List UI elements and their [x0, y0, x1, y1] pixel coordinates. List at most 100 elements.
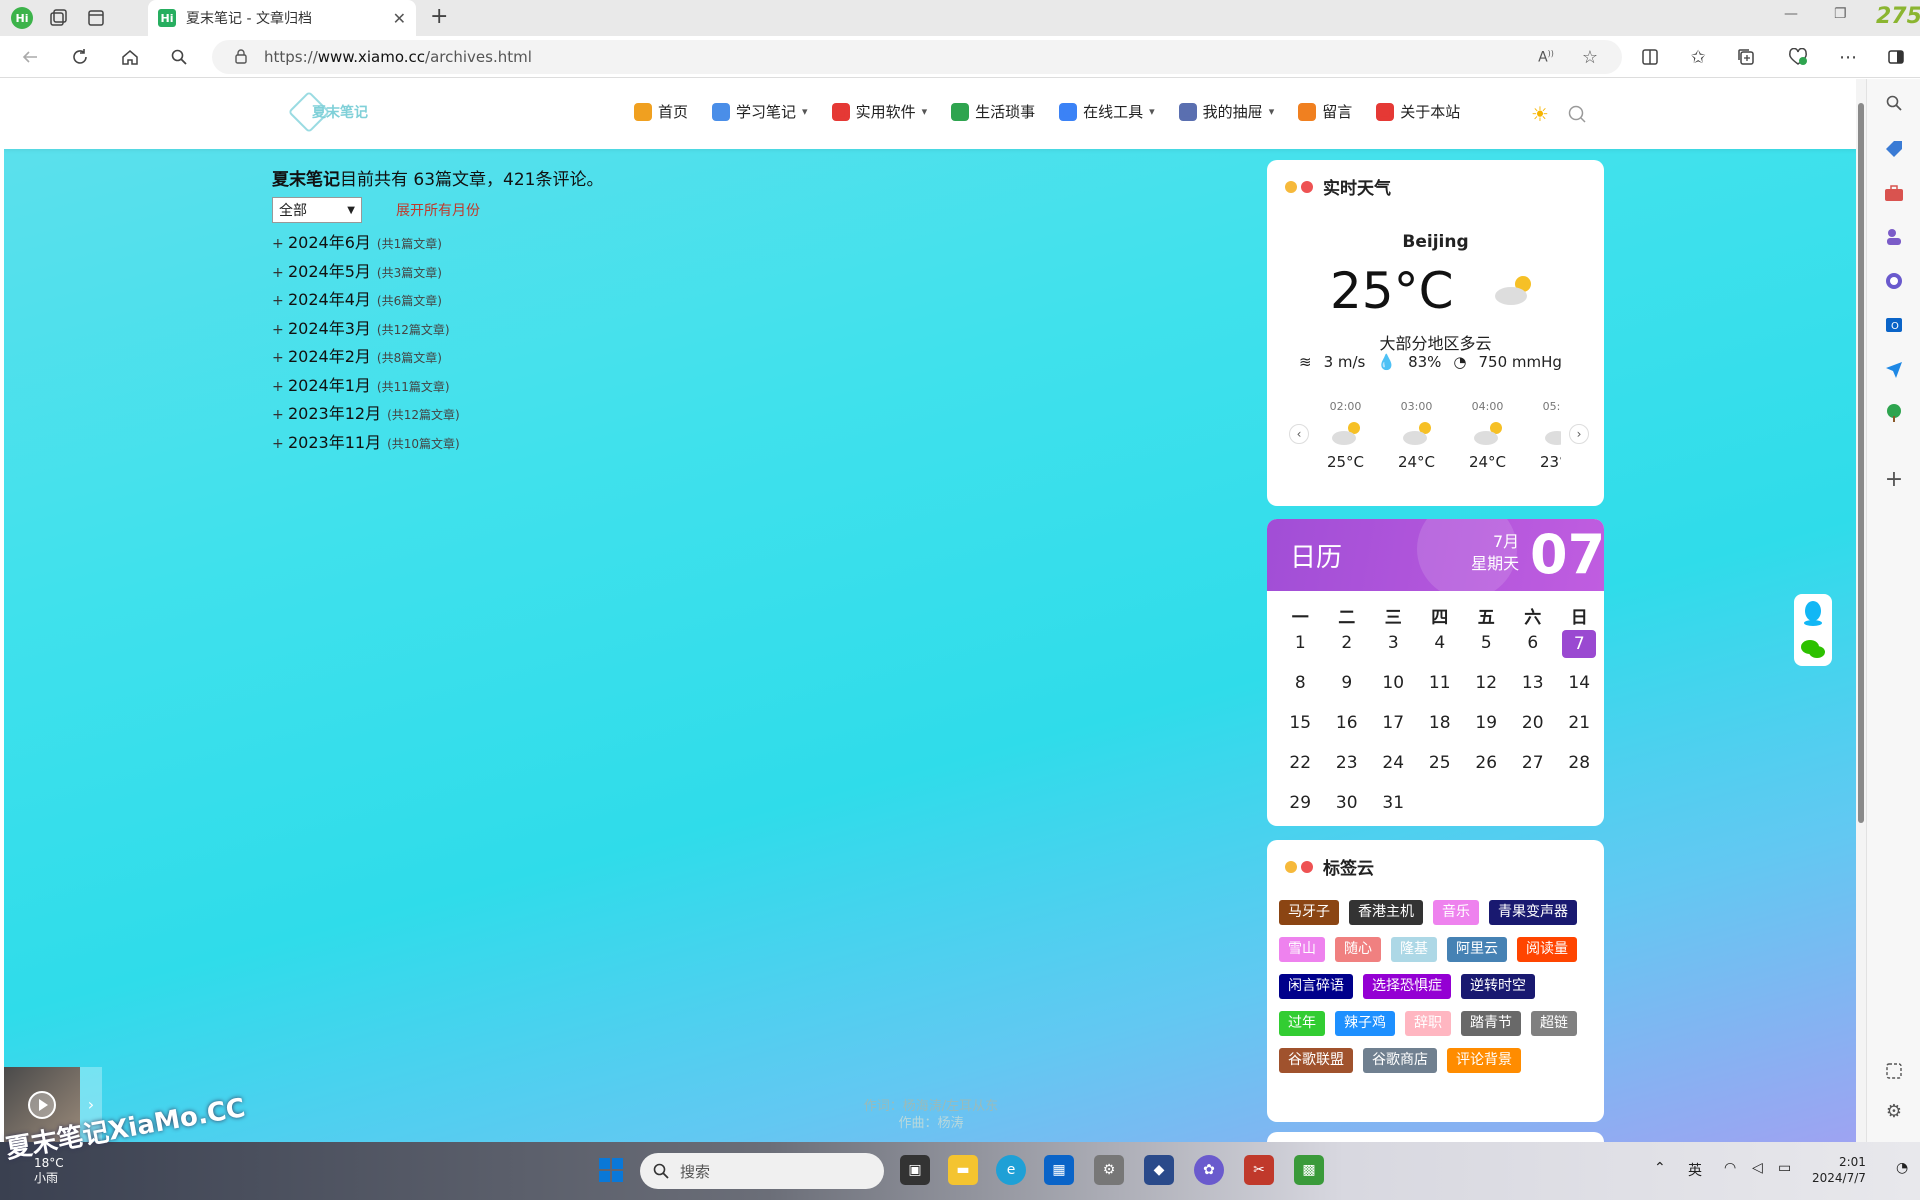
archive-month-item[interactable]: +2024年6月 (共1篇文章): [272, 229, 460, 258]
forecast-prev-button[interactable]: ‹: [1289, 424, 1309, 444]
app-icon-snip[interactable]: ✂: [1244, 1155, 1274, 1185]
page-scrollbar[interactable]: [1856, 79, 1866, 1142]
calendar-day[interactable]: 3: [1370, 633, 1417, 673]
expand-plus-icon[interactable]: +: [272, 436, 284, 452]
expand-plus-icon[interactable]: +: [272, 322, 284, 338]
tag-item[interactable]: 超链: [1531, 1011, 1577, 1036]
file-explorer-icon[interactable]: ▬: [948, 1155, 978, 1185]
tag-item[interactable]: 谷歌商店: [1363, 1048, 1437, 1073]
profile-icon[interactable]: Hi: [10, 6, 34, 30]
nav-item-7[interactable]: ■ 关于本站: [1376, 101, 1460, 122]
calendar-day[interactable]: 5: [1463, 633, 1510, 673]
archive-month-item[interactable]: +2024年3月 (共12篇文章): [272, 315, 460, 344]
volume-icon[interactable]: ◁: [1752, 1160, 1763, 1176]
sidebar-screenshot-icon[interactable]: [1882, 1059, 1906, 1083]
archive-month-item[interactable]: +2023年11月 (共10篇文章): [272, 429, 460, 458]
sidebar-settings-icon[interactable]: ⚙: [1882, 1099, 1906, 1123]
wifi-icon[interactable]: ◠: [1724, 1160, 1736, 1176]
calendar-day[interactable]: 24: [1370, 753, 1417, 793]
month-label[interactable]: 2024年5月: [288, 258, 371, 282]
edge-browser-icon[interactable]: e: [996, 1155, 1026, 1185]
calendar-day[interactable]: 2: [1324, 633, 1371, 673]
calendar-day[interactable]: 19: [1463, 713, 1510, 753]
tag-item[interactable]: 踏青节: [1461, 1011, 1521, 1036]
month-label[interactable]: 2023年11月: [288, 429, 381, 453]
calendar-day-today[interactable]: 7: [1556, 630, 1603, 673]
read-aloud-icon[interactable]: A)): [1534, 45, 1558, 69]
tag-item[interactable]: 闲言碎语: [1279, 974, 1353, 999]
minimize-button[interactable]: —: [1784, 6, 1798, 22]
calendar-day[interactable]: 25: [1417, 753, 1464, 793]
calendar-day[interactable]: 21: [1556, 713, 1603, 753]
tag-item[interactable]: 香港主机: [1349, 900, 1423, 925]
calendar-day[interactable]: 28: [1556, 753, 1603, 793]
ime-indicator[interactable]: 英: [1688, 1160, 1702, 1180]
expand-plus-icon[interactable]: +: [272, 379, 284, 395]
tag-item[interactable]: 辣子鸡: [1335, 1011, 1395, 1036]
lock-icon[interactable]: [234, 48, 248, 64]
month-label[interactable]: 2024年4月: [288, 286, 371, 310]
tag-item[interactable]: 评论背景: [1447, 1048, 1521, 1073]
archive-month-item[interactable]: +2024年5月 (共3篇文章): [272, 258, 460, 287]
tag-item[interactable]: 马牙子: [1279, 900, 1339, 925]
sidebar-search-icon[interactable]: [1882, 91, 1906, 115]
calendar-day[interactable]: 9: [1324, 673, 1371, 713]
url-field[interactable]: https://www.xiamo.cc/archives.html: [212, 40, 1622, 74]
calendar-day[interactable]: 13: [1510, 673, 1557, 713]
sidebar-tree-icon[interactable]: [1882, 401, 1906, 425]
app-icon-blue[interactable]: ◆: [1144, 1155, 1174, 1185]
more-menu-icon[interactable]: ⋯: [1836, 45, 1860, 69]
calendar-day[interactable]: 1: [1277, 633, 1324, 673]
start-button[interactable]: [596, 1155, 626, 1185]
nav-item-0[interactable]: ■ 首页: [634, 101, 688, 122]
nav-item-4[interactable]: ■ 在线工具 ▾: [1059, 101, 1155, 122]
restore-button[interactable]: ❐: [1834, 6, 1847, 22]
task-view-icon[interactable]: ▣: [900, 1155, 930, 1185]
notification-icon[interactable]: ◔: [1896, 1160, 1908, 1176]
nav-item-3[interactable]: ■ 生活琐事: [951, 101, 1035, 122]
new-tab-button[interactable]: +: [430, 4, 448, 29]
tag-item[interactable]: 选择恐惧症: [1363, 974, 1451, 999]
app-icon-copilot[interactable]: ✿: [1194, 1155, 1224, 1185]
sidebar-outlook-icon[interactable]: O: [1882, 313, 1906, 337]
collections-icon[interactable]: [1734, 45, 1758, 69]
theme-toggle-sun-icon[interactable]: ☀: [1531, 102, 1549, 126]
expand-all-months-link[interactable]: 展开所有月份: [396, 200, 480, 220]
taskbar-search-box[interactable]: 搜索: [640, 1153, 884, 1189]
forecast-next-button[interactable]: ›: [1569, 424, 1589, 444]
favorite-star-icon[interactable]: ☆: [1578, 45, 1602, 69]
calendar-day[interactable]: 17: [1370, 713, 1417, 753]
archive-month-item[interactable]: +2024年1月 (共11篇文章): [272, 372, 460, 401]
month-label[interactable]: 2023年12月: [288, 400, 381, 424]
sidebar-toggle-icon[interactable]: [1884, 45, 1908, 69]
calendar-day[interactable]: 31: [1370, 793, 1417, 833]
archive-filter-select[interactable]: 全部 ▼: [272, 197, 362, 223]
expand-plus-icon[interactable]: +: [272, 293, 284, 309]
workspaces-icon[interactable]: [46, 6, 70, 30]
settings-app-icon[interactable]: ⚙: [1094, 1155, 1124, 1185]
close-tab-icon[interactable]: ✕: [393, 9, 406, 28]
extension-badge[interactable]: 275: [1876, 4, 1920, 29]
expand-plus-icon[interactable]: +: [272, 350, 284, 366]
tab-actions-icon[interactable]: [84, 6, 108, 30]
site-search-icon[interactable]: [1567, 104, 1587, 124]
qq-icon[interactable]: [1802, 600, 1824, 626]
calendar-day[interactable]: 12: [1463, 673, 1510, 713]
sidebar-shopping-tag-icon[interactable]: [1882, 137, 1906, 161]
sidebar-tools-icon[interactable]: [1882, 181, 1906, 205]
calendar-day[interactable]: 8: [1277, 673, 1324, 713]
calendar-day[interactable]: 20: [1510, 713, 1557, 753]
home-icon[interactable]: [118, 45, 142, 69]
back-icon[interactable]: [18, 45, 42, 69]
calendar-day[interactable]: 6: [1510, 633, 1557, 673]
tag-item[interactable]: 逆转时空: [1461, 974, 1535, 999]
calendar-day[interactable]: 23: [1324, 753, 1371, 793]
calendar-day[interactable]: 26: [1463, 753, 1510, 793]
sidebar-microsoft365-icon[interactable]: [1882, 269, 1906, 293]
sidebar-add-icon[interactable]: +: [1882, 467, 1906, 492]
calendar-day[interactable]: 18: [1417, 713, 1464, 753]
tag-item[interactable]: 音乐: [1433, 900, 1479, 925]
split-screen-icon[interactable]: [1638, 45, 1662, 69]
tray-chevron-icon[interactable]: ⌃: [1654, 1160, 1666, 1176]
nav-item-2[interactable]: ■ 实用软件 ▾: [831, 101, 927, 122]
